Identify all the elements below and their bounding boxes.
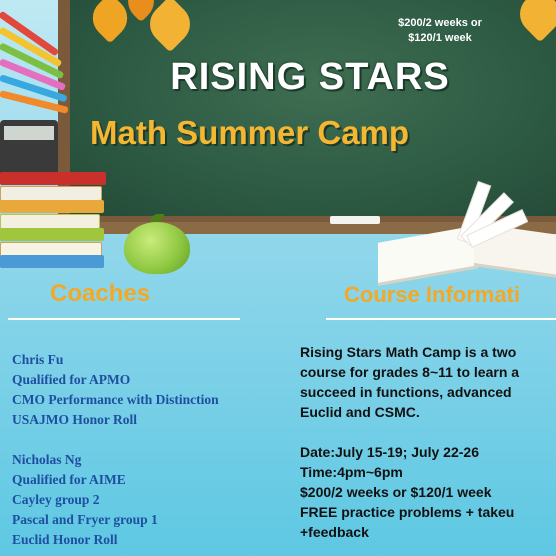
course-description-line: course for grades 8~11 to learn a [300, 364, 520, 380]
coaches-heading: Coaches [50, 280, 151, 307]
chalk-stick [330, 216, 380, 224]
course-description-line: Rising Stars Math Camp is a two [300, 344, 517, 360]
book-icon [0, 255, 104, 268]
book-icon [0, 200, 104, 213]
coach-credential: CMO Performance with Distinction [12, 392, 219, 407]
course-heading: Course Informati [344, 282, 521, 307]
book-icon [0, 228, 104, 241]
book-icon [0, 172, 106, 185]
coach-credential: Qualified for AIME [12, 472, 126, 487]
book-icon [0, 186, 102, 201]
price-note: $200/2 weeks or $120/1 week [340, 16, 540, 46]
book-icon [0, 214, 100, 229]
camp-flyer: $200/2 weeks or $120/1 week RISING STARS… [0, 0, 556, 556]
course-perk: +feedback [300, 524, 369, 540]
course-perk: FREE practice problems + takeu [300, 504, 515, 520]
coach-credential: Cayley group 2 [12, 492, 100, 507]
coach-2: Nicholas Ng Qualified for AIME Cayley gr… [12, 450, 158, 550]
coach-credential: USAJMO Honor Roll [12, 412, 138, 427]
camp-subtitle: Math Summer Camp [90, 114, 410, 151]
price-line-1: $200/2 weeks or [398, 17, 482, 29]
calculator-icon [0, 120, 58, 180]
course-description-line: Euclid and CSMC. [300, 404, 420, 420]
course-price: $200/2 weeks or $120/1 week [300, 484, 492, 500]
camp-title: RISING STARS [170, 56, 450, 98]
coach-credential: Qualified for APMO [12, 372, 131, 387]
coaches-divider [8, 318, 240, 320]
calculator-screen [4, 126, 54, 140]
coach-1: Chris Fu Qualified for APMO CMO Performa… [12, 350, 219, 430]
apple-icon [124, 222, 190, 274]
coach-credential: Pascal and Fryer group 1 [12, 512, 158, 527]
course-info: Rising Stars Math Camp is a two course f… [300, 342, 519, 542]
price-line-2: $120/1 week [408, 32, 472, 44]
course-divider [326, 318, 556, 320]
course-date: Date:July 15-19; July 22-26 [300, 444, 479, 460]
coach-name: Nicholas Ng [12, 452, 82, 467]
coach-credential: Euclid Honor Roll [12, 532, 118, 547]
coach-name: Chris Fu [12, 352, 64, 367]
course-description-line: succeed in functions, advanced [300, 384, 512, 400]
course-time: Time:4pm~6pm [300, 464, 403, 480]
